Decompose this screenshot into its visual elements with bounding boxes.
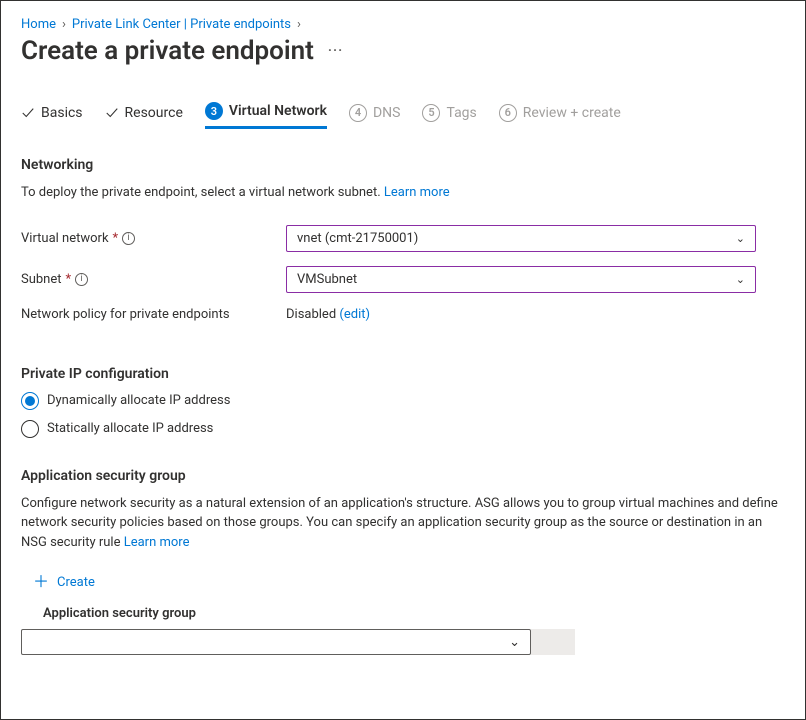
virtual-network-label: Virtual network * i: [21, 231, 286, 246]
check-icon: [105, 106, 119, 120]
plus-icon: ＋: [33, 574, 49, 590]
virtual-network-select[interactable]: vnet (cmt-21750001) ⌄: [286, 225, 756, 252]
asg-field-label: Application security group: [43, 606, 785, 621]
private-ip-heading: Private IP configuration: [21, 366, 785, 382]
chevron-down-icon: ⌄: [509, 635, 520, 650]
breadcrumb-private-link-center[interactable]: Private Link Center | Private endpoints: [72, 17, 291, 32]
network-policy-value: Disabled (edit): [286, 307, 370, 322]
tab-basics[interactable]: Basics: [21, 105, 83, 127]
chevron-right-icon: ›: [62, 17, 66, 32]
tab-resource[interactable]: Resource: [105, 105, 183, 127]
networking-desc: To deploy the private endpoint, select a…: [21, 183, 785, 203]
page-title: Create a private endpoint ···: [21, 36, 785, 66]
required-indicator: *: [113, 231, 119, 246]
info-icon[interactable]: i: [75, 273, 88, 286]
wizard-tabs: Basics Resource 3 Virtual Network 4 DNS …: [21, 102, 785, 129]
tab-review-create[interactable]: 6 Review + create: [499, 104, 621, 128]
tab-virtual-network[interactable]: 3 Virtual Network: [205, 102, 327, 129]
asg-create-button[interactable]: ＋ Create: [33, 574, 785, 590]
radio-icon: [21, 392, 39, 410]
chevron-down-icon: ⌄: [736, 273, 745, 286]
networking-heading: Networking: [21, 157, 785, 173]
network-policy-label: Network policy for private endpoints: [21, 307, 286, 322]
asg-desc: Configure network security as a natural …: [21, 494, 785, 553]
breadcrumb-home[interactable]: Home: [21, 17, 56, 32]
network-policy-edit-link[interactable]: (edit): [339, 307, 370, 322]
radio-dynamic-ip[interactable]: Dynamically allocate IP address: [21, 392, 785, 410]
radio-static-ip[interactable]: Statically allocate IP address: [21, 420, 785, 438]
asg-heading: Application security group: [21, 468, 785, 484]
chevron-right-icon: ›: [297, 17, 301, 32]
asg-select[interactable]: ⌄: [21, 629, 531, 655]
tab-tags[interactable]: 5 Tags: [422, 104, 476, 128]
radio-icon: [21, 420, 39, 438]
subnet-label: Subnet * i: [21, 272, 286, 287]
check-icon: [21, 106, 35, 120]
tab-dns[interactable]: 4 DNS: [349, 104, 401, 128]
info-icon[interactable]: i: [122, 232, 135, 245]
required-indicator: *: [66, 272, 72, 287]
asg-learn-more-link[interactable]: Learn more: [124, 535, 190, 550]
chevron-down-icon: ⌄: [736, 232, 745, 245]
subnet-select[interactable]: VMSubnet ⌄: [286, 266, 756, 293]
more-actions-icon[interactable]: ···: [328, 43, 343, 59]
networking-learn-more-link[interactable]: Learn more: [384, 185, 450, 200]
breadcrumb: Home › Private Link Center | Private end…: [21, 17, 785, 32]
asg-row-pad: [531, 629, 575, 655]
